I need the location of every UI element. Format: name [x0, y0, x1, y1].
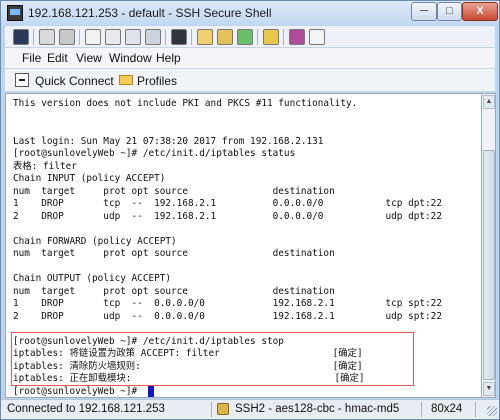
terminal-size: 80x24 [431, 403, 463, 415]
close-button[interactable]: X [462, 2, 498, 21]
terminal-line: Chain FORWARD (policy ACCEPT) [13, 235, 177, 247]
terminal-line: [root@sunlovelyWeb ~]# [13, 385, 143, 397]
window-title: 192.168.121.253 - default - SSH Secure S… [28, 6, 272, 20]
terminal-line: Last login: Sun May 21 07:38:20 2017 fro… [13, 135, 324, 147]
terminal-line: [root@sunlovelyWeb ~]# /etc/init.d/iptab… [13, 148, 296, 159]
profiles-label: Profiles [137, 74, 178, 88]
scroll-down-arrow-icon[interactable]: ▼ [483, 382, 495, 396]
paste-icon[interactable] [125, 29, 141, 45]
file-transfer-icon[interactable] [263, 29, 279, 45]
quick-connect-button[interactable]: Quick Connect [13, 71, 114, 90]
highlight-annotation [11, 332, 414, 386]
connection-status: Connected to 192.168.121.253 [7, 403, 165, 415]
text-cursor [148, 386, 154, 397]
terminal-line: This version does not include PKI and PK… [13, 98, 358, 109]
menu-bar: File Edit View Window Help [5, 48, 495, 68]
scrollbar-thumb[interactable] [483, 150, 495, 380]
quick-connect-icon [15, 73, 29, 87]
terminal-line: 1 DROP tcp -- 192.168.2.1 0.0.0.0/0 tcp … [13, 198, 442, 209]
status-separator [475, 402, 476, 417]
toolbar-separator [79, 29, 80, 45]
vertical-scrollbar[interactable]: ▲ ▼ [482, 93, 496, 398]
paste-alt-icon[interactable] [145, 29, 161, 45]
toolbar-separator [191, 29, 192, 45]
status-separator [421, 402, 422, 417]
save-icon[interactable] [13, 29, 29, 45]
profiles-icon[interactable] [217, 29, 233, 45]
terminal-line: Chain INPUT (policy ACCEPT) [13, 173, 166, 184]
print-icon[interactable] [39, 29, 55, 45]
terminal-line: Chain OUTPUT (policy ACCEPT) [13, 273, 172, 284]
find-icon[interactable] [85, 29, 101, 45]
toolbar-separator [283, 29, 284, 45]
terminal-line: 表格: filter [13, 160, 77, 172]
terminal-line: 2 DROP udp -- 192.168.2.1 0.0.0.0/0 udp … [13, 210, 442, 222]
quick-connect-icon[interactable] [197, 29, 213, 45]
terminal-line: 1 DROP tcp -- 0.0.0.0/0 192.168.2.1 tcp … [13, 298, 442, 309]
terminal-line: num target prot opt source destination [13, 248, 335, 259]
terminal-area[interactable]: This version does not include PKI and PK… [5, 93, 482, 398]
copy-icon[interactable] [105, 29, 121, 45]
menu-edit[interactable]: Edit [47, 51, 68, 65]
folder-icon [119, 75, 133, 85]
maximize-button[interactable]: □ [437, 2, 462, 21]
toolbar-separator [33, 29, 34, 45]
terminal-line: num target prot opt source destination [13, 185, 335, 197]
scroll-up-arrow-icon[interactable]: ▲ [483, 95, 495, 109]
profiles-button[interactable]: Profiles [117, 71, 177, 90]
ssh-window: 192.168.121.253 - default - SSH Secure S… [0, 0, 500, 420]
help-icon[interactable] [309, 29, 325, 45]
menu-help[interactable]: Help [156, 51, 181, 65]
minimize-button[interactable]: ─ [411, 2, 437, 21]
toolbar [5, 26, 495, 48]
terminal-line: 2 DROP udp -- 0.0.0.0/0 192.168.2.1 udp … [13, 310, 442, 322]
status-bar: Connected to 192.168.121.253 SSH2 - aes1… [1, 399, 499, 419]
settings-icon[interactable] [237, 29, 253, 45]
lock-icon [217, 403, 229, 415]
terminal-line: num target prot opt source destination [13, 285, 335, 297]
quick-connect-label: Quick Connect [35, 74, 114, 88]
menu-window[interactable]: Window [109, 51, 152, 65]
binoculars-icon[interactable] [171, 29, 187, 45]
toolbar-separator [165, 29, 166, 45]
print-preview-icon[interactable] [59, 29, 75, 45]
toolbar-separator [257, 29, 258, 45]
title-bar[interactable]: 192.168.121.253 - default - SSH Secure S… [1, 1, 499, 25]
terminal-app-icon [7, 5, 23, 21]
menu-view[interactable]: View [76, 51, 102, 65]
profile-bar: Quick Connect Profiles [5, 68, 495, 92]
protocol-status: SSH2 - aes128-cbc - hmac-md5 [235, 403, 400, 415]
status-separator [211, 402, 212, 417]
resize-grip-icon[interactable] [487, 406, 497, 416]
menu-file[interactable]: File [22, 51, 41, 65]
bookmark-icon[interactable] [289, 29, 305, 45]
